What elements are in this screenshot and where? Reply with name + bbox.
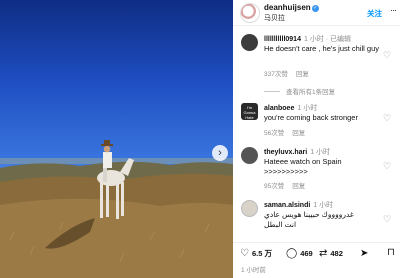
- view-replies-link[interactable]: 查看所有1条回复: [264, 86, 335, 96]
- photo-scene: [0, 140, 233, 278]
- comment-count: 469: [300, 249, 313, 258]
- comment-time: 1 小时: [313, 202, 334, 209]
- comment-meta: 56次赞 回复: [264, 127, 305, 137]
- send-button[interactable]: ➤: [360, 248, 371, 259]
- reply-button[interactable]: 回复: [292, 183, 305, 190]
- post-date: 1 小时前: [241, 267, 266, 274]
- bookmark-icon[interactable]: ⊓: [387, 247, 395, 258]
- comment-heart-icon[interactable]: ♡: [383, 161, 391, 172]
- commenter-avatar[interactable]: [241, 200, 258, 217]
- comment-button[interactable]: ◯ 469: [286, 248, 313, 259]
- comment-time: 1 小时: [310, 149, 331, 156]
- repost-icon: ⇄: [319, 248, 328, 259]
- comment-likes: 56次赞: [264, 130, 285, 137]
- send-icon: ➤: [360, 248, 369, 259]
- like-button[interactable]: ♡ 6.5 万: [240, 248, 272, 259]
- commenter-avatar[interactable]: [241, 147, 258, 164]
- comment-likes: 337次赞: [264, 71, 288, 78]
- chevron-right-icon: ›: [218, 146, 222, 159]
- reply-button[interactable]: 回复: [296, 71, 309, 78]
- comment-meta: 95次赞 回复: [264, 180, 305, 190]
- more-options-icon[interactable]: ···: [390, 5, 397, 15]
- commenter-avatar[interactable]: I'm Gonna Hate: [241, 103, 258, 120]
- comment-text: Hateee watch on Spain >>>>>>>>>>: [264, 157, 342, 176]
- comment-text: you're coming back stronger: [264, 113, 358, 122]
- verified-badge-icon: ✓: [311, 5, 319, 12]
- author-avatar[interactable]: [240, 3, 260, 23]
- commenter-name[interactable]: theyluvx.hari 1 小时: [264, 147, 330, 157]
- comment-icon: ◯: [286, 248, 298, 259]
- commenter-name[interactable]: saman.alsindi 1 小时: [264, 200, 333, 210]
- like-count: 6.5 万: [251, 249, 272, 258]
- post-header: deanhuijsen ✓ 马贝拉 关注 ···: [233, 0, 400, 26]
- comment-text: غدرووووك حبيبنا هويس عادي انت البطل: [264, 210, 354, 229]
- comments-panel: deanhuijsen ✓ 马贝拉 关注 ··· lllllllllll0914 1…: [233, 0, 400, 278]
- comment-time: 1 小时: [297, 105, 318, 112]
- heart-icon: ♡: [240, 248, 249, 259]
- comment-time: 1 小时 · 已编辑: [303, 36, 352, 43]
- comment-heart-icon[interactable]: ♡: [383, 50, 391, 61]
- comment-heart-icon[interactable]: ♡: [383, 113, 391, 124]
- next-photo-button[interactable]: ›: [212, 145, 228, 161]
- commenter-name[interactable]: lllllllllll0914 1 小时 · 已编辑: [264, 34, 351, 44]
- post-location[interactable]: 马贝拉: [264, 13, 285, 23]
- comment-text: He doesn't care , he's just chill guy: [264, 44, 380, 53]
- reply-button[interactable]: 回复: [292, 130, 305, 137]
- comment-meta: 337次赞 回复: [264, 68, 309, 78]
- follow-button[interactable]: 关注: [367, 8, 382, 19]
- comment-likes: 95次赞: [264, 183, 285, 190]
- share-button[interactable]: ⇄ 482: [319, 248, 343, 259]
- post-actions-bar: ♡ 6.5 万 ◯ 469 ⇄ 482 ➤ ⊓: [233, 242, 400, 262]
- share-count: 482: [330, 249, 343, 258]
- comment-heart-icon[interactable]: ♡: [383, 214, 391, 225]
- commenter-avatar[interactable]: [241, 34, 258, 51]
- post-photo[interactable]: ›: [0, 0, 233, 278]
- commenter-name[interactable]: alanboee 1 小时: [264, 103, 317, 113]
- author-username[interactable]: deanhuijsen ✓: [264, 3, 319, 12]
